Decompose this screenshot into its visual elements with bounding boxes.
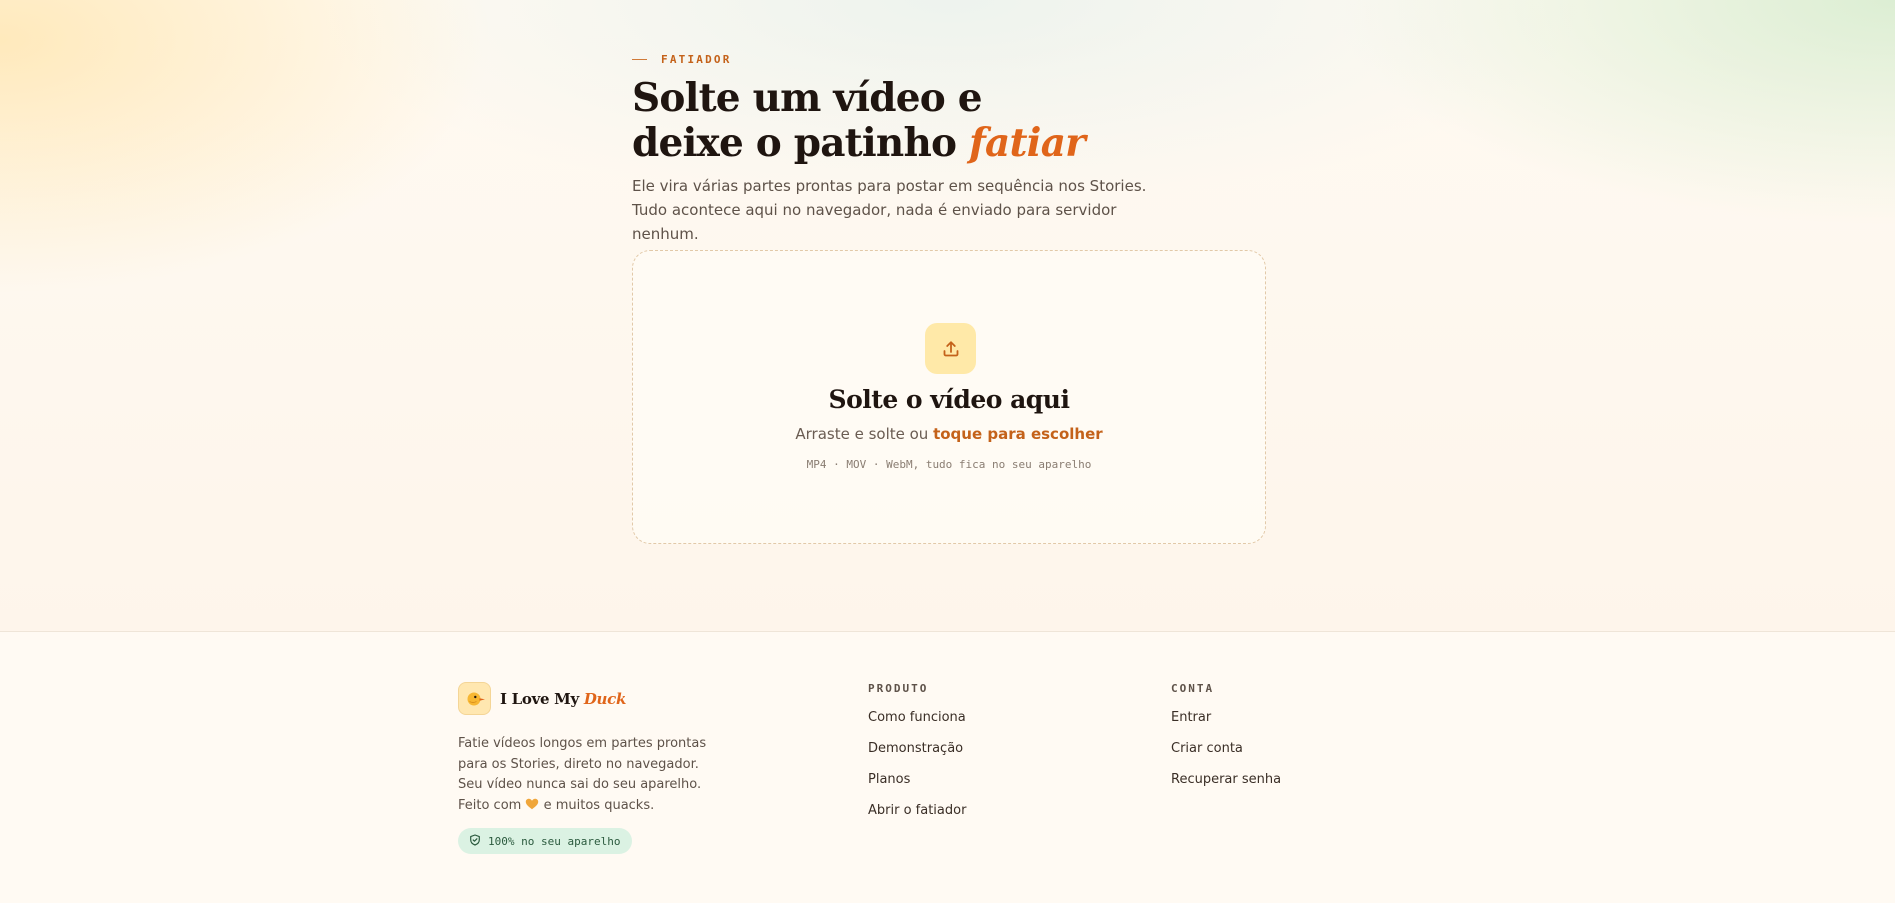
title-line-2: deixe o patinho — [632, 120, 970, 166]
eyebrow-dash — [632, 59, 647, 60]
privacy-badge: 100% no seu aparelho — [458, 828, 633, 854]
video-dropzone[interactable]: Solte o vídeo aqui Arraste e solte ou to… — [632, 250, 1266, 544]
link-recover-password[interactable]: Recuperar senha — [1171, 771, 1281, 789]
footer-product-nav: PRODUTO Como funciona Demonstração Plano… — [868, 682, 966, 833]
link-sign-in[interactable]: Entrar — [1171, 709, 1281, 727]
eyebrow-label: FATIADOR — [661, 53, 732, 66]
link-how-it-works[interactable]: Como funciona — [868, 709, 966, 727]
dropzone-formats: MP4 · MOV · WebM, tudo fica no seu apare… — [806, 458, 1092, 471]
title-line-1: Solte um vídeo e — [632, 75, 983, 121]
shield-icon — [469, 833, 481, 849]
page-subtitle: Ele vira várias partes prontas para post… — [632, 177, 1147, 243]
footer-description: Fatie vídeos longos em partes prontas pa… — [458, 734, 726, 816]
link-plans[interactable]: Planos — [868, 771, 966, 789]
privacy-badge-label: 100% no seu aparelho — [488, 834, 621, 848]
heart-icon — [525, 798, 539, 813]
title-accent: fatiar — [969, 120, 1086, 166]
link-open-slicer[interactable]: Abrir o fatiador — [868, 802, 966, 820]
choose-file-link[interactable]: toque para escolher — [933, 425, 1103, 443]
link-demo[interactable]: Demonstração — [868, 740, 966, 758]
duck-logo-icon — [458, 682, 491, 715]
brand-name-prefix: I Love My — [500, 689, 584, 708]
brand-name-accent: Duck — [583, 689, 627, 708]
footer: I Love My Duck Fatie vídeos longos em pa… — [0, 631, 1895, 903]
eyebrow: FATIADOR — [632, 53, 732, 66]
product-heading: PRODUTO — [868, 682, 929, 695]
footer-brand[interactable]: I Love My Duck — [458, 682, 626, 715]
dropzone-title: Solte o vídeo aqui — [828, 385, 1070, 414]
hero-section: FATIADOR Solte um vídeo e deixe o patinh… — [632, 0, 1266, 632]
account-heading: CONTA — [1171, 682, 1215, 695]
dropzone-hint: Arraste e solte ou — [795, 425, 934, 443]
footer-account-nav: CONTA Entrar Criar conta Recuperar senha — [1171, 682, 1281, 802]
page-title: Solte um vídeo e deixe o patinho fatiar — [632, 76, 1266, 166]
upload-icon[interactable] — [925, 323, 976, 374]
link-create-account[interactable]: Criar conta — [1171, 740, 1281, 758]
brand-name: I Love My Duck — [500, 690, 626, 708]
footer-description-end: e muitos quacks. — [539, 797, 655, 813]
dropzone-subtitle: Arraste e solte ou toque para escolher — [633, 425, 1265, 443]
